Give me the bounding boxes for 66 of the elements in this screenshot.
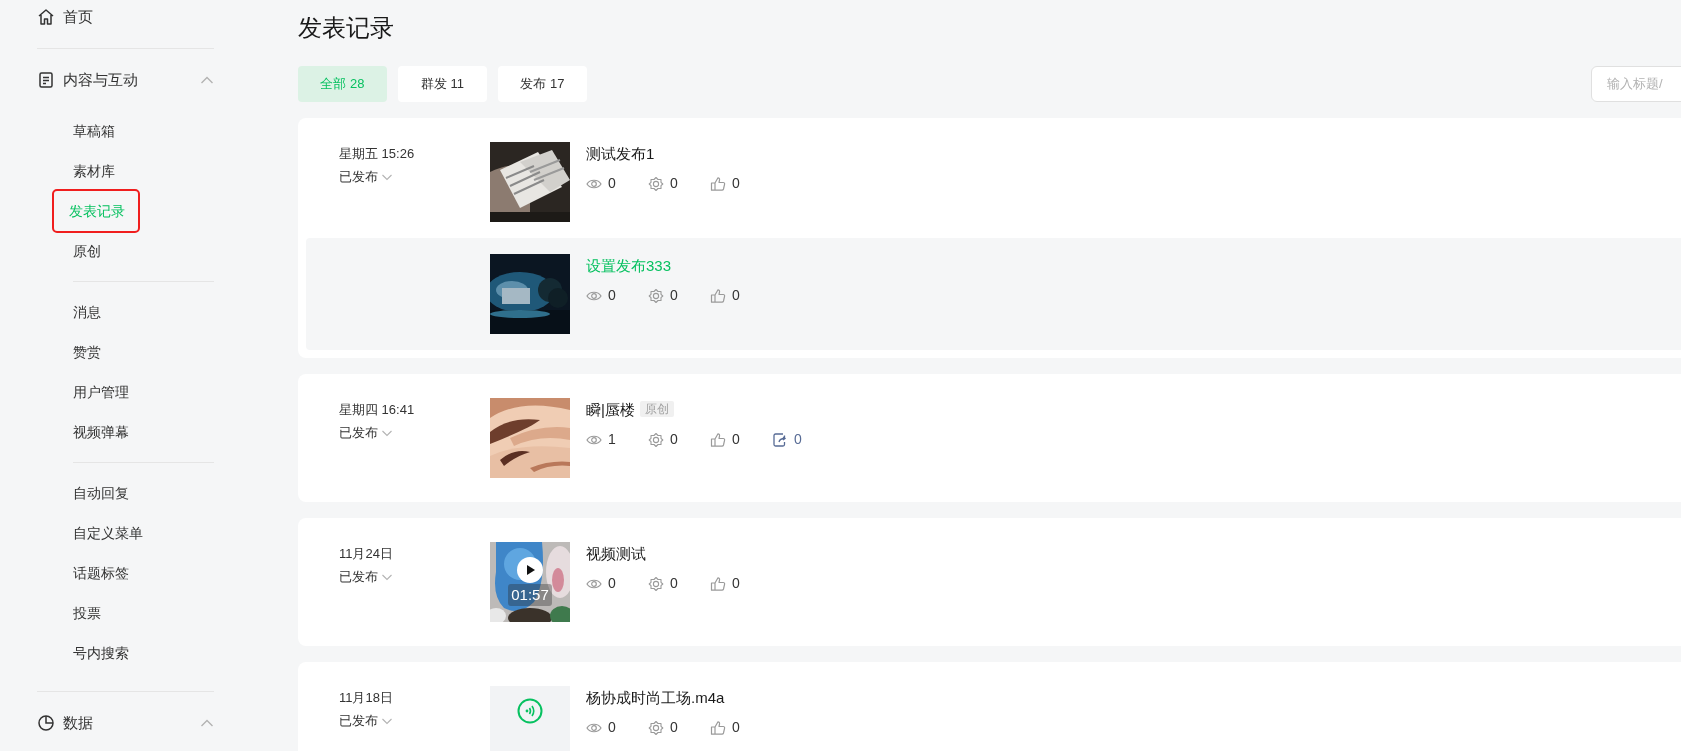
- pie-chart-icon: [37, 714, 55, 732]
- sidebar-item[interactable]: 号内搜索: [73, 643, 129, 663]
- status-dropdown[interactable]: 已发布: [339, 423, 393, 443]
- filter-tab[interactable]: 发布 17: [498, 65, 587, 102]
- sidebar-item[interactable]: 自定义菜单: [73, 523, 143, 543]
- play-icon[interactable]: [517, 556, 543, 583]
- article-title[interactable]: 测试发布1: [586, 142, 655, 166]
- sidebar-section[interactable]: 数据: [63, 711, 93, 735]
- stat-count: 0: [608, 286, 616, 306]
- article-title[interactable]: 杨协成时尚工场.m4a: [586, 686, 725, 710]
- stat-count: 1: [608, 430, 616, 450]
- stat-count: 0: [732, 718, 740, 738]
- thumbs-up-icon: [710, 287, 726, 304]
- audio-icon: [517, 697, 543, 724]
- stat-count: 0: [670, 430, 678, 450]
- video-duration: 01:57: [508, 583, 552, 607]
- sidebar-item[interactable]: 自动回复: [73, 483, 129, 503]
- stat-count: 0: [732, 574, 740, 594]
- gear-icon: [648, 175, 664, 192]
- article-title[interactable]: 瞬|蜃楼: [586, 398, 635, 422]
- status-dropdown[interactable]: 已发布: [339, 711, 393, 731]
- sidebar-item[interactable]: 草稿箱: [73, 121, 115, 141]
- sidebar-item[interactable]: 消息: [73, 302, 101, 322]
- publish-date: 11月18日: [339, 688, 394, 707]
- thumbs-up-icon: [710, 175, 726, 192]
- status-dropdown[interactable]: 已发布: [339, 167, 393, 187]
- share-icon: [772, 431, 788, 448]
- sidebar-item[interactable]: 原创: [73, 241, 101, 261]
- stat-count: 0: [608, 174, 616, 194]
- sidebar-section[interactable]: 首页: [63, 5, 93, 29]
- original-tag: 原创: [639, 400, 674, 417]
- stat-count: 0: [732, 430, 740, 450]
- article-title[interactable]: 视频测试: [586, 542, 646, 566]
- stat-count: 0: [608, 718, 616, 738]
- sidebar-item[interactable]: 视频弹幕: [73, 422, 129, 442]
- article-row[interactable]: 设置发布333 0 0 0: [306, 237, 1681, 350]
- gear-icon: [648, 431, 664, 448]
- gear-icon: [648, 287, 664, 304]
- sidebar-item[interactable]: 话题标签: [73, 563, 129, 583]
- gear-icon: [648, 575, 664, 592]
- publish-date: 星期四 16:41: [339, 400, 416, 419]
- publish-date: 11月24日: [339, 544, 394, 563]
- page-title: 发表记录: [298, 14, 395, 43]
- filter-tab[interactable]: 群发 11: [398, 65, 487, 102]
- stat-count: 0: [670, 574, 678, 594]
- sidebar-item[interactable]: 素材库: [73, 161, 115, 181]
- stat-count: 0: [670, 286, 678, 306]
- thumbs-up-icon: [710, 575, 726, 592]
- sidebar-item[interactable]: 用户管理: [73, 382, 129, 402]
- stat-count: 0: [670, 174, 678, 194]
- thumbs-up-icon: [710, 431, 726, 448]
- stat-count: 0: [670, 718, 678, 738]
- document-icon: [37, 71, 55, 89]
- sidebar-item[interactable]: 投票: [73, 603, 101, 623]
- status-dropdown[interactable]: 已发布: [339, 567, 393, 587]
- thumbs-up-icon: [710, 719, 726, 736]
- publish-date: 星期五 15:26: [339, 144, 416, 163]
- home-icon: [37, 8, 55, 26]
- sidebar-item[interactable]: 赞赏: [73, 342, 101, 362]
- sidebar-section[interactable]: 内容与互动: [63, 68, 138, 92]
- stat-count: 0: [794, 430, 802, 450]
- stat-count: 0: [608, 574, 616, 594]
- stat-count: 0: [732, 286, 740, 306]
- search-field[interactable]: 输入标题/: [1591, 65, 1681, 102]
- stat-count: 0: [732, 174, 740, 194]
- gear-icon: [648, 719, 664, 736]
